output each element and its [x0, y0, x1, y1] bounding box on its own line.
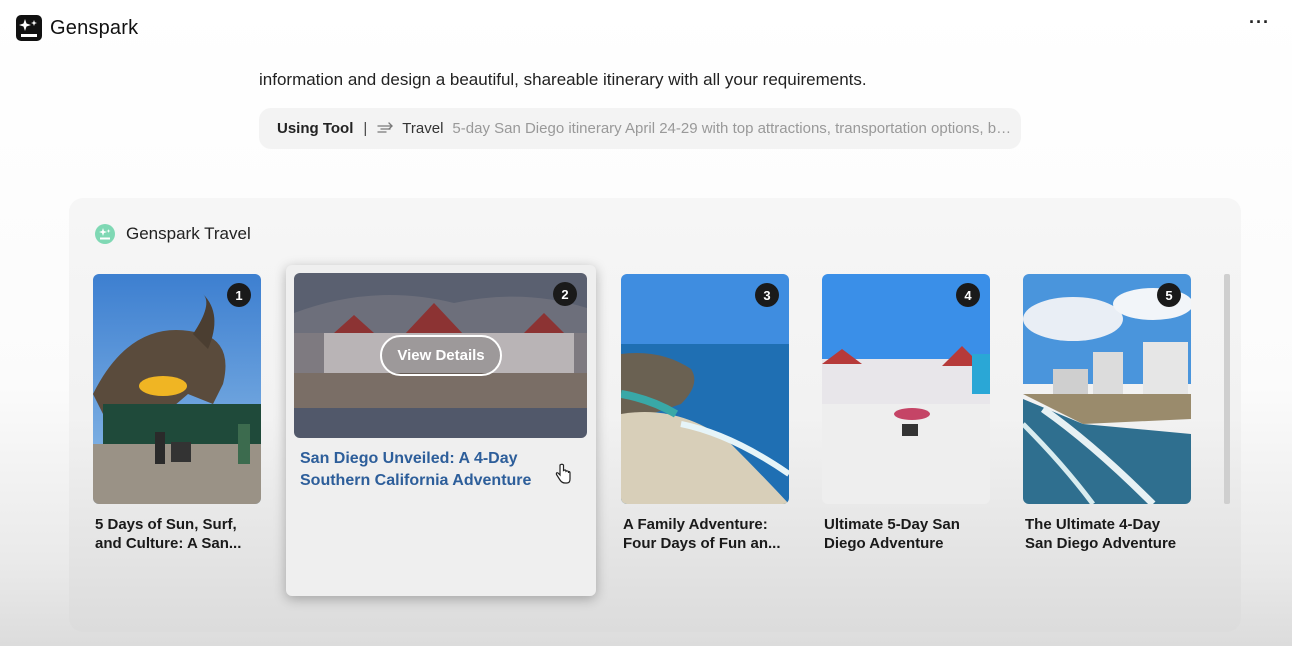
- view-details-button[interactable]: View Details: [380, 335, 502, 376]
- card-title[interactable]: Ultimate 5-Day San Diego Adventure: [822, 515, 988, 553]
- next-card-peek[interactable]: [1224, 274, 1230, 504]
- tool-query: 5-day San Diego itinerary April 24-29 wi…: [452, 120, 1015, 137]
- card-number-badge: 3: [755, 283, 779, 307]
- card-image-san-diego-zoo[interactable]: 1: [93, 274, 261, 504]
- top-bar: Genspark ···: [0, 0, 1292, 58]
- travel-icon: [377, 121, 394, 133]
- card-title[interactable]: 5 Days of Sun, Surf, and Culture: A San.…: [93, 515, 259, 553]
- card-number-badge: 5: [1157, 283, 1181, 307]
- card-image-coronado-beach[interactable]: 4: [822, 274, 990, 504]
- genspark-logo-icon[interactable]: [16, 15, 42, 41]
- panel-header: Genspark Travel: [95, 224, 251, 244]
- tool-call-separator: |: [363, 120, 368, 137]
- tool-name: Travel: [402, 120, 444, 137]
- brand-name[interactable]: Genspark: [50, 17, 138, 40]
- tool-call-pill[interactable]: Using Tool | Travel 5-day San Diego itin…: [259, 108, 1021, 149]
- genspark-travel-panel: Genspark Travel 1 5 Days of Sun, Surf, a…: [69, 198, 1241, 632]
- panel-title: Genspark Travel: [126, 224, 251, 243]
- itinerary-card-4[interactable]: 4 Ultimate 5-Day San Diego Adventure: [822, 274, 990, 553]
- card-number-badge: 1: [227, 283, 251, 307]
- card-number-badge: 4: [956, 283, 980, 307]
- itinerary-card-1[interactable]: 1 5 Days of Sun, Surf, and Culture: A Sa…: [93, 274, 261, 553]
- tool-call-label: Using Tool: [277, 120, 354, 137]
- itinerary-card-2[interactable]: 2 View Details San Diego Unveiled: A 4-D…: [286, 265, 596, 596]
- card-image-coastline-highrise[interactable]: 5: [1023, 274, 1191, 504]
- itinerary-card-3[interactable]: 3 A Family Adventure: Four Days of Fun a…: [621, 274, 789, 553]
- itinerary-card-5[interactable]: 5 The Ultimate 4-Day San Diego Adventure: [1023, 274, 1191, 553]
- card-image-hotel-del-coronado[interactable]: 2 View Details: [294, 273, 587, 438]
- hand-cursor-icon: [555, 463, 571, 484]
- genspark-travel-icon: [95, 224, 115, 244]
- more-horizontal-icon[interactable]: ···: [1249, 12, 1270, 33]
- card-title[interactable]: A Family Adventure: Four Days of Fun an.…: [621, 515, 787, 553]
- card-title[interactable]: San Diego Unveiled: A 4-Day Southern Cal…: [298, 448, 548, 492]
- card-image-la-jolla-cove[interactable]: 3: [621, 274, 789, 504]
- card-number-badge: 2: [553, 282, 577, 306]
- assistant-message-text: information and design a beautiful, shar…: [259, 70, 867, 89]
- card-title[interactable]: The Ultimate 4-Day San Diego Adventure: [1023, 515, 1189, 553]
